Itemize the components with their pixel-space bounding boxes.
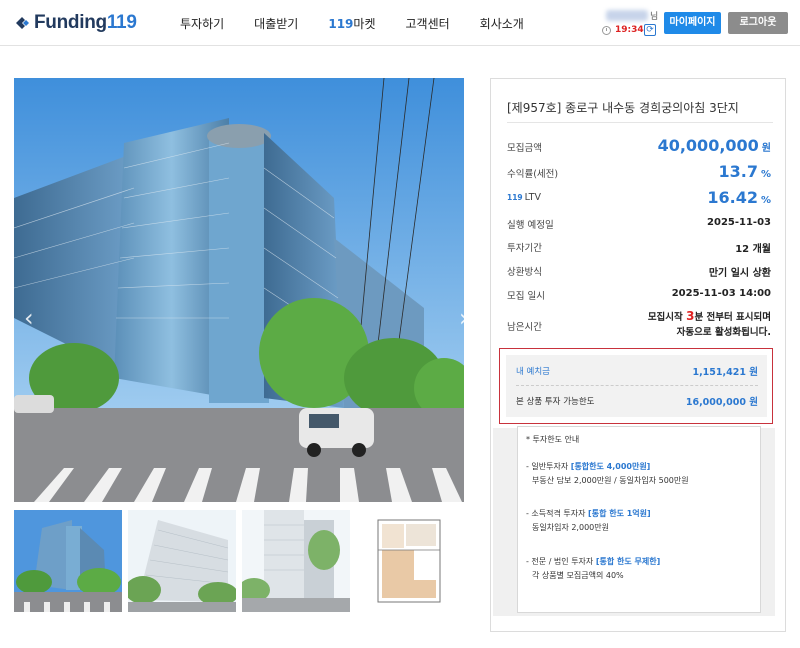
nav-market-label: 마켓 bbox=[353, 17, 376, 31]
logo-text: Funding bbox=[34, 12, 107, 33]
timer-value: 19:34 bbox=[615, 25, 644, 35]
session-timer: 19:34 bbox=[602, 25, 644, 35]
building-illustration bbox=[14, 78, 464, 502]
amount-label: 모집금액 bbox=[507, 143, 542, 154]
logo-icon bbox=[16, 17, 29, 29]
product-title: [제957호] 종로구 내수동 경희궁의아침 3단지 bbox=[507, 101, 739, 115]
title-divider bbox=[507, 122, 773, 123]
row-period: 투자기간 12 개월 bbox=[507, 236, 773, 256]
limit-row: 본 상품 투자 가능한도 16,000,000 원 bbox=[516, 393, 758, 409]
nav-invest[interactable]: 투자하기 bbox=[180, 15, 224, 32]
thumbnail-building-tall[interactable] bbox=[242, 510, 350, 612]
nav-market[interactable]: 119마켓 bbox=[328, 15, 375, 32]
thumbnail-floor-plan[interactable] bbox=[356, 510, 464, 612]
nav-loan[interactable]: 대출받기 bbox=[254, 15, 298, 32]
ltv-label: 119 LTV bbox=[507, 192, 541, 203]
guide-general: - 일반투자자 [통합한도 4,000만원] bbox=[526, 462, 651, 471]
thumbnail-building-side[interactable] bbox=[128, 510, 236, 612]
logout-button[interactable]: 로그아웃 bbox=[728, 12, 788, 34]
nav-support[interactable]: 고객센터 bbox=[406, 15, 450, 32]
guide-professional-sub: 각 상품별 모집금액의 40% bbox=[532, 571, 624, 580]
row-amount: 모집금액 40,000,000 원 bbox=[507, 136, 773, 156]
refresh-icon[interactable]: ⟳ bbox=[644, 24, 656, 36]
period-value: 12 개월 bbox=[735, 244, 771, 255]
next-photo-icon[interactable]: › bbox=[459, 304, 464, 332]
open-label: 모집 일시 bbox=[507, 291, 545, 302]
row-open: 모집 일시 2025-11-03 14:00 bbox=[507, 284, 773, 304]
clock-icon bbox=[602, 25, 611, 35]
main-building-photo: ‹ › bbox=[14, 78, 464, 502]
limit-value: 16,000,000 원 bbox=[685, 397, 758, 408]
remaining-label: 남은시간 bbox=[507, 322, 542, 333]
product-info-panel: [제957호] 종로구 내수동 경희궁의아침 3단지 모집금액 40,000,0… bbox=[490, 78, 786, 632]
row-remaining: 남은시간 모집시작 3분 전부터 표시되며 자동으로 활성화됩니다. bbox=[507, 309, 773, 343]
row-yield: 수익률(세전) 13.7% bbox=[507, 162, 773, 182]
yield-value: 13.7% bbox=[718, 162, 771, 181]
amount-value: 40,000,000 원 bbox=[657, 136, 771, 155]
deposit-highlight-box: 내 예치금 1,151,421 원 본 상품 투자 가능한도 16,000,00… bbox=[499, 348, 773, 424]
thumbnail-strip bbox=[14, 510, 470, 612]
deposit-value: 1,151,421 원 bbox=[692, 367, 758, 378]
mypage-button[interactable]: 마이페이지 bbox=[664, 12, 721, 34]
open-value: 2025-11-03 14:00 bbox=[671, 288, 771, 299]
deposit-row: 내 예치금 1,151,421 원 bbox=[516, 363, 758, 379]
deposit-label: 내 예치금 bbox=[516, 367, 550, 377]
thumbnail-building-front[interactable] bbox=[14, 510, 122, 612]
investment-limit-guide: * 투자한도 안내 - 일반투자자 [통합한도 4,000만원] 부동산 담보 … bbox=[517, 426, 761, 613]
guide-qualified: - 소득적격 투자자 [통합 한도 1억원] bbox=[526, 509, 651, 518]
user-suffix: 님 bbox=[650, 12, 659, 22]
exec-date-value: 2025-11-03 bbox=[707, 217, 771, 228]
row-ltv: 119 LTV 16.42% bbox=[507, 188, 773, 208]
remaining-value: 모집시작 3분 전부터 표시되며 자동으로 활성화됩니다. bbox=[647, 309, 771, 338]
yield-label: 수익률(세전) bbox=[507, 169, 559, 180]
blurred-username bbox=[606, 10, 648, 21]
funding119-logo[interactable]: Funding119 bbox=[14, 12, 137, 34]
nav-market-prefix: 119 bbox=[328, 17, 354, 31]
ltv-value: 16.42% bbox=[707, 188, 771, 207]
limit-label: 본 상품 투자 가능한도 bbox=[516, 397, 595, 407]
repay-label: 상환방식 bbox=[507, 267, 542, 278]
guide-general-sub: 부동산 담보 2,000만원 / 동일차입자 500만원 bbox=[532, 476, 689, 485]
period-label: 투자기간 bbox=[507, 243, 542, 254]
repay-value: 만기 일시 상환 bbox=[708, 268, 771, 279]
exec-date-label: 실행 예정일 bbox=[507, 220, 554, 231]
row-exec-date: 실행 예정일 2025-11-03 bbox=[507, 213, 773, 233]
main-nav: 투자하기 대출받기 119마켓 고객센터 회사소개 bbox=[180, 15, 554, 32]
prev-photo-icon[interactable]: ‹ bbox=[24, 304, 34, 332]
guide-professional: - 전문 / 법인 투자자 [통합 한도 무제한] bbox=[526, 557, 661, 566]
logo-number: 119 bbox=[106, 12, 137, 33]
guide-title: * 투자한도 안내 bbox=[526, 435, 580, 444]
nav-company[interactable]: 회사소개 bbox=[480, 15, 524, 32]
guide-qualified-sub: 동일차입자 2,000만원 bbox=[532, 523, 609, 532]
top-header: Funding119 투자하기 대출받기 119마켓 고객센터 회사소개 님 1… bbox=[0, 0, 800, 46]
row-repay: 상환방식 만기 일시 상환 bbox=[507, 260, 773, 280]
photo-gallery: ‹ › bbox=[0, 46, 480, 648]
